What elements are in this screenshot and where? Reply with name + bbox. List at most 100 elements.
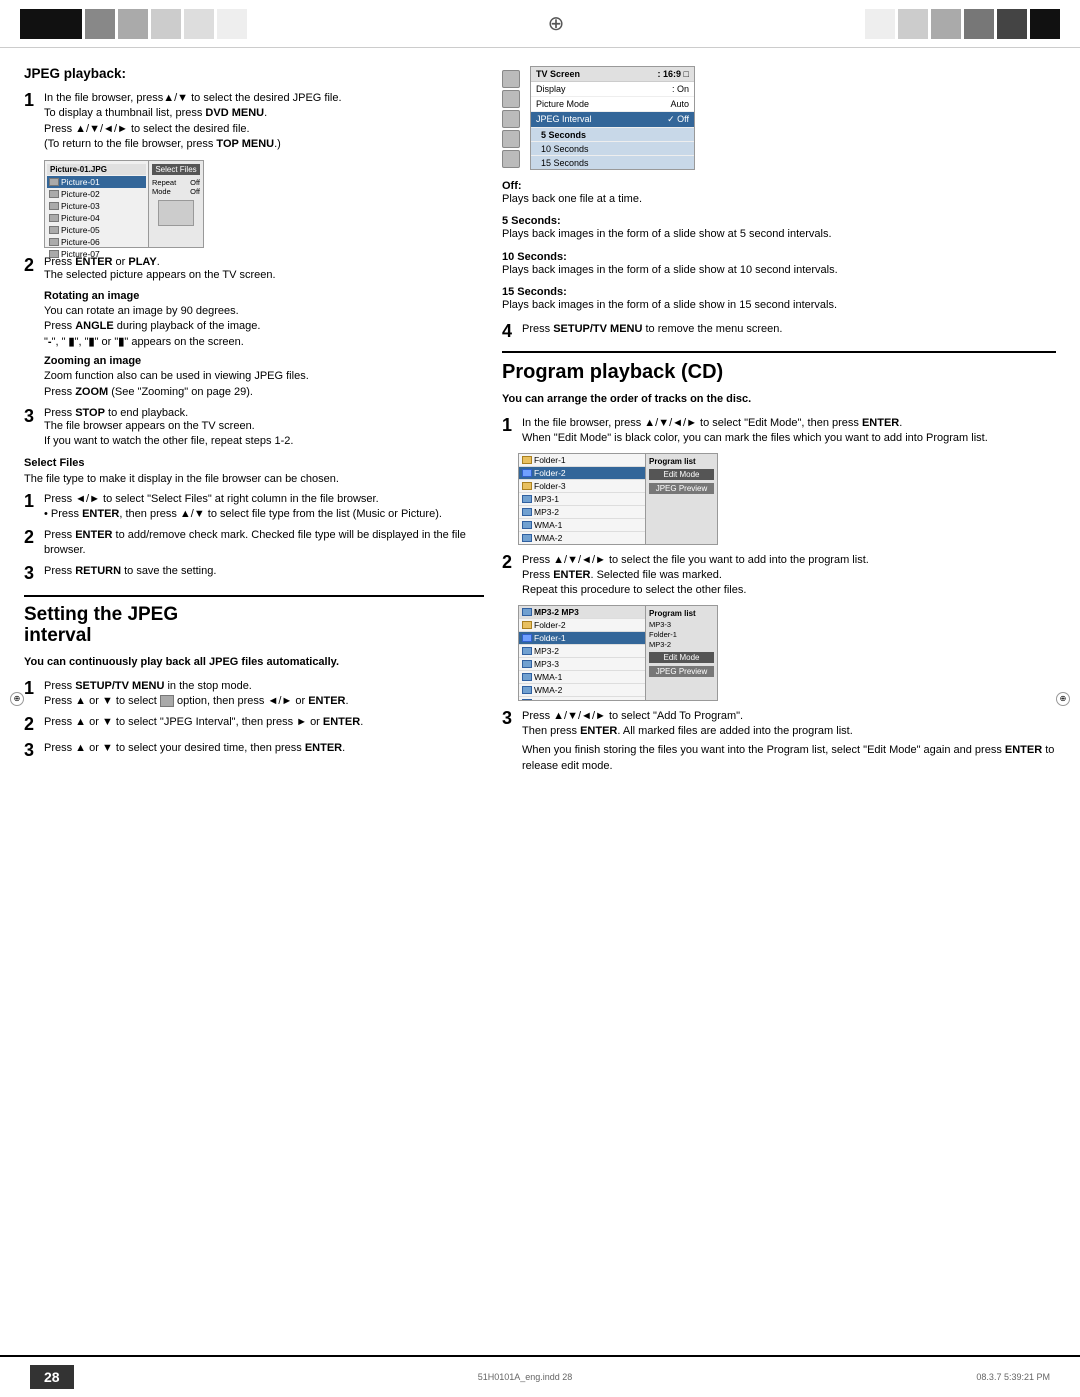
header-gray-3 — [151, 9, 181, 39]
header-black-block — [20, 9, 82, 39]
divider-2 — [502, 351, 1056, 353]
jpeg-interval-heading: Setting the JPEGinterval — [24, 605, 484, 647]
footer-date-ref: 08.3.7 5:39:21 PM — [976, 1372, 1050, 1382]
footer-bar: 28 51H0101A_eng.indd 28 08.3.7 5:39:21 P… — [0, 1355, 1080, 1397]
prog-step3-text: Press ▲/▼/◄/► to select "Add To Program"… — [522, 709, 1056, 724]
select-step1-text: Press ◄/► to select "Select Files" at ri… — [44, 492, 442, 507]
menu-icons — [502, 70, 520, 170]
step1-sub1: To display a thumbnail list, press DVD M… — [44, 106, 342, 121]
file-browser-2: MP3-2 MP3 Folder-2 Folder-1 MP3-2 MP3-3 … — [518, 605, 718, 701]
ten-sec-text: Plays back images in the form of a slide… — [502, 263, 1056, 278]
right-column: TV Screen: 16:9 □ Display: On Picture Mo… — [502, 66, 1056, 1345]
jpeg-step-1: 1 In the file browser, press▲/▼ to selec… — [24, 91, 484, 153]
step3-text: Press STOP to end playback. — [44, 407, 293, 419]
footer-file-ref: 51H0101A_eng.indd 28 — [478, 1372, 573, 1382]
menu-icon-2 — [502, 90, 520, 108]
interval-step3-text: Press ▲ or ▼ to select your desired time… — [44, 741, 345, 761]
prog-step-1: 1 In the file browser, press ▲/▼/◄/► to … — [502, 416, 1056, 447]
jpeg-interval-menu: TV Screen: 16:9 □ Display: On Picture Mo… — [530, 66, 695, 170]
prog-step-2: 2 Press ▲/▼/◄/► to select the file you w… — [502, 553, 1056, 599]
left-column: JPEG playback: 1 In the file browser, pr… — [24, 66, 484, 1345]
interval-step1-text: Press SETUP/TV MENU in the stop mode. — [44, 679, 349, 694]
step4-text: Press SETUP/TV MENU to remove the menu s… — [522, 322, 782, 342]
header-right-gray-3 — [931, 9, 961, 39]
jpeg-playback-heading: JPEG playback: — [24, 66, 484, 81]
select-step-1: 1 Press ◄/► to select "Select Files" at … — [24, 492, 484, 523]
step1-text: In the file browser, press▲/▼ to select … — [44, 91, 342, 106]
header-gray-5 — [217, 9, 247, 39]
interval-step2-text: Press ▲ or ▼ to select "JPEG Interval", … — [44, 715, 363, 735]
menu-row-display: Display: On — [531, 82, 694, 97]
step1-content: In the file browser, press▲/▼ to select … — [44, 91, 342, 153]
zooming-sub: Press ZOOM (See "Zooming" on page 29). — [44, 385, 484, 400]
prog-step1-sub: When "Edit Mode" is black color, you can… — [522, 431, 988, 446]
file-browser-1: Folder-1 Folder-2 Folder-3 MP3-1 MP3-2 W… — [518, 453, 718, 545]
step3-sub2: If you want to watch the other file, rep… — [44, 434, 293, 449]
prog-step2-text: Press ▲/▼/◄/► to select the file you wan… — [522, 553, 869, 568]
right-reg-mark: ⊕ — [1056, 692, 1070, 706]
header-right-gray-2 — [898, 9, 928, 39]
off-heading: Off: — [502, 180, 1056, 192]
prog-step3-sub1: Then press ENTER. All marked files are a… — [522, 724, 1056, 739]
header-right-gray-1 — [865, 9, 895, 39]
jpeg-thumbnail-mockup: Picture-01.JPG Picture-01 Picture-02 Pic… — [44, 160, 204, 248]
header-right-gray-4 — [964, 9, 994, 39]
fifteen-sec-heading: 15 Seconds: — [502, 286, 1056, 298]
jpeg-step-2: 2 Press ENTER or PLAY. The selected pict… — [24, 256, 484, 283]
zooming-section: Zooming an image Zoom function also can … — [44, 355, 484, 400]
select-files-section: Select Files The file type to make it di… — [24, 457, 484, 584]
five-sec-heading: 5 Seconds: — [502, 215, 1056, 227]
rotating-sub2: "-", " ▮", "▮" or "▮" appears on the scr… — [44, 335, 484, 350]
select-step2-text: Press ENTER to add/remove check mark. Ch… — [44, 528, 484, 559]
rotating-sub: Press ANGLE during playback of the image… — [44, 319, 484, 334]
ten-sec-heading: 10 Seconds: — [502, 251, 1056, 263]
header-gray-2 — [118, 9, 148, 39]
step2-text: Press ENTER or PLAY. — [44, 256, 276, 268]
select-files-heading: Select Files — [24, 457, 484, 469]
menu-icon-1 — [502, 70, 520, 88]
select-step1-sub: • Press ENTER, then press ▲/▼ to select … — [44, 507, 442, 522]
jpeg-step-3: 3 Press STOP to end playback. The file b… — [24, 407, 484, 450]
menu-row-picture: Picture ModeAuto — [531, 97, 694, 112]
program-playback-heading: Program playback (CD) — [502, 361, 1056, 384]
fifteen-sec-text: Plays back images in the form of a slide… — [502, 298, 1056, 313]
five-sec-section: 5 Seconds: Plays back images in the form… — [502, 215, 1056, 242]
header-right-dark-1 — [997, 9, 1027, 39]
interval-step-1: 1 Press SETUP/TV MENU in the stop mode. … — [24, 679, 484, 710]
select-files-text: The file type to make it display in the … — [24, 472, 484, 487]
step2-num: 2 — [24, 256, 38, 283]
menu-icon-4 — [502, 130, 520, 148]
select-step-2: 2 Press ENTER to add/remove check mark. … — [24, 528, 484, 559]
step1-sub3: (To return to the file browser, press TO… — [44, 137, 342, 152]
header-gray-4 — [184, 9, 214, 39]
rotating-heading: Rotating an image — [44, 290, 484, 302]
step3-num: 3 — [24, 407, 38, 450]
menu-row-interval: JPEG Interval✓ Off — [531, 112, 694, 128]
step1-sub2: Press ▲/▼/◄/► to select the desired file… — [44, 122, 342, 137]
header-gray-1 — [85, 9, 115, 39]
zooming-heading: Zooming an image — [44, 355, 484, 367]
prog-step3-sub2: When you finish storing the files you wa… — [522, 743, 1056, 774]
ten-sec-section: 10 Seconds: Plays back images in the for… — [502, 251, 1056, 278]
rotating-text: You can rotate an image by 90 degrees. — [44, 304, 484, 319]
divider-1 — [24, 595, 484, 597]
select-step3-text: Press RETURN to save the setting. — [44, 564, 216, 584]
interval-step-3: 3 Press ▲ or ▼ to select your desired ti… — [24, 741, 484, 761]
step2-content: Press ENTER or PLAY. The selected pictur… — [44, 256, 276, 283]
menu-row-15sec: 15 Seconds — [531, 156, 694, 169]
step1-num: 1 — [24, 91, 38, 153]
five-sec-text: Plays back images in the form of a slide… — [502, 227, 1056, 242]
zooming-text: Zoom function also can be used in viewin… — [44, 369, 484, 384]
prog-step2-sub1: Press ENTER. Selected file was marked. — [522, 568, 869, 583]
prog-step1-text: In the file browser, press ▲/▼/◄/► to se… — [522, 416, 988, 431]
left-reg-mark: ⊕ — [10, 692, 24, 706]
menu-row-5sec: 5 Seconds — [531, 128, 694, 142]
fifteen-sec-section: 15 Seconds: Plays back images in the for… — [502, 286, 1056, 313]
header-right-black — [1030, 9, 1060, 39]
prog-step2-sub2: Repeat this procedure to select the othe… — [522, 583, 869, 598]
step-4: 4 Press SETUP/TV MENU to remove the menu… — [502, 322, 1056, 342]
menu-icon-3 — [502, 110, 520, 128]
center-registration-mark: ⊕ — [548, 11, 565, 36]
interval-step1-sub: Press ▲ or ▼ to select option, then pres… — [44, 694, 349, 709]
menu-icon-5 — [502, 150, 520, 168]
